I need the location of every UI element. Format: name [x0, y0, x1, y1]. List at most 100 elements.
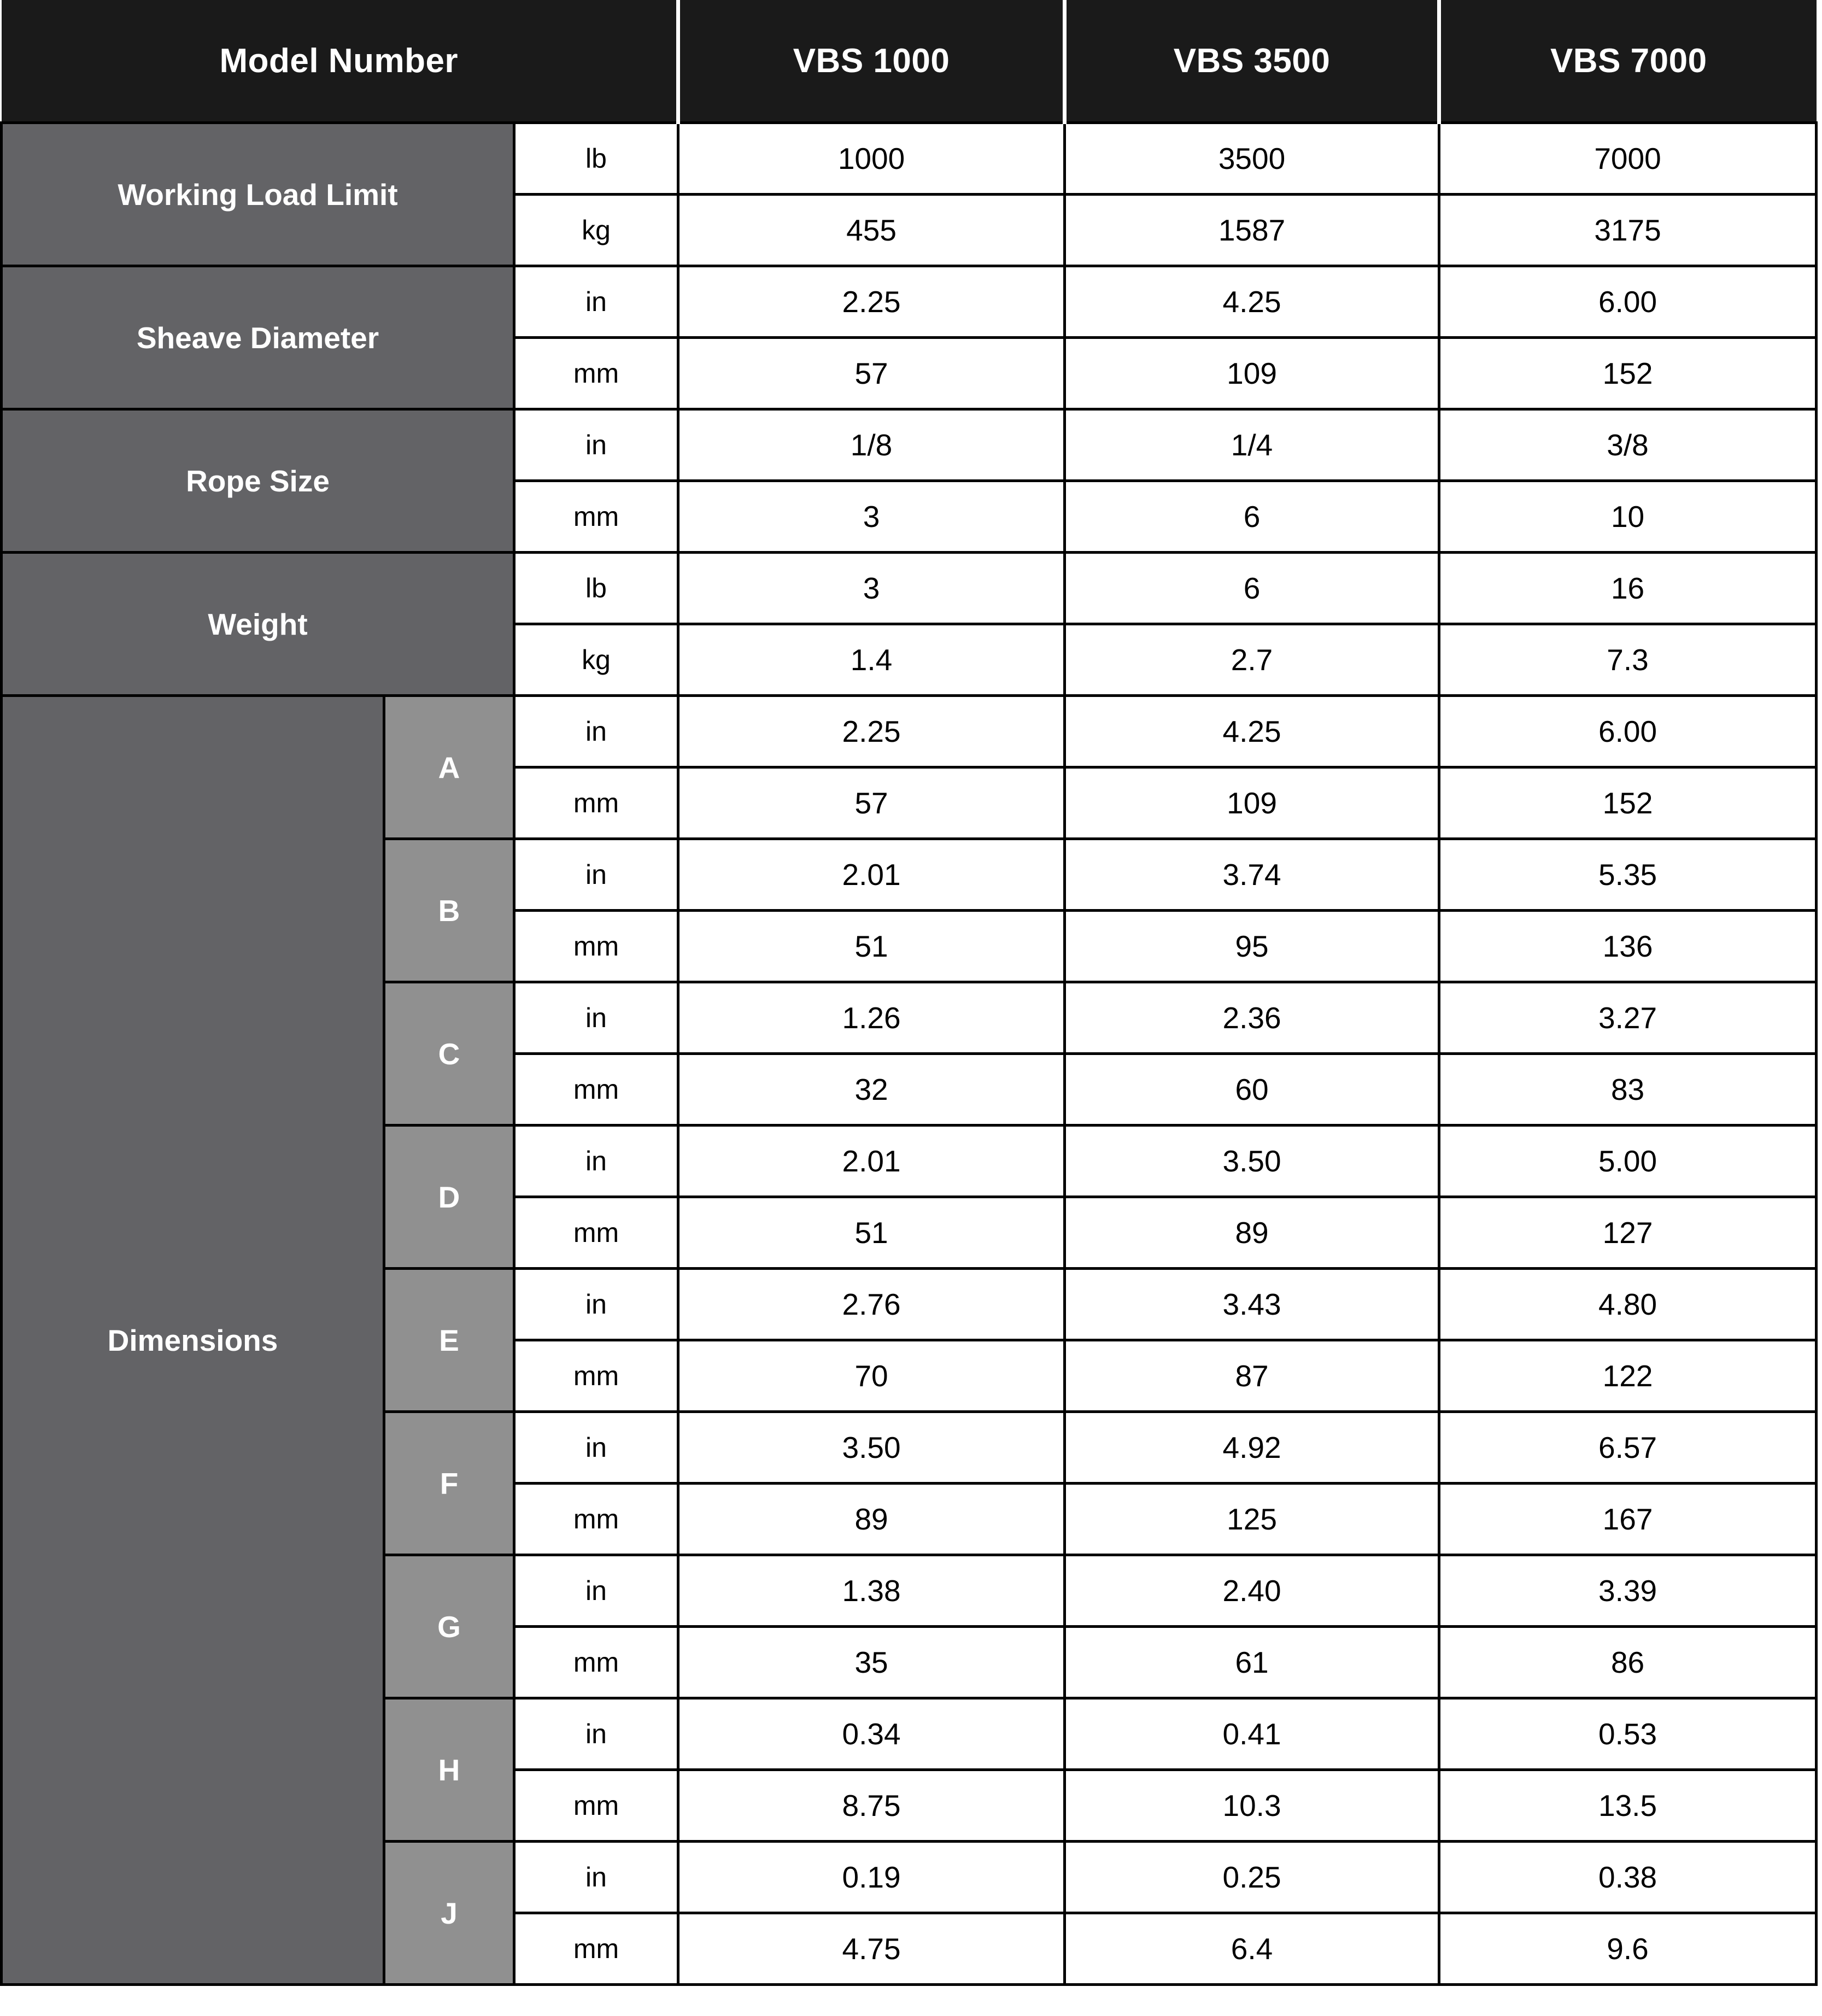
value-cell: 2.76	[677, 1267, 1067, 1341]
unit-cell: in	[512, 1840, 680, 1914]
value-cell: 6	[1063, 551, 1441, 625]
value-cell: 89	[677, 1482, 1067, 1556]
table-row: Sheave Diameter in 2.25 4.25 6.00	[0, 265, 1818, 411]
value-cell: 4.75	[677, 1912, 1067, 1986]
value-cell: 60	[1063, 1052, 1441, 1127]
value-cell: 87	[1063, 1339, 1441, 1413]
value-cell: 95	[1063, 909, 1441, 983]
dimension-letter-e: E	[383, 1267, 515, 1413]
table-body: Working Load Limit lb 1000 3500 7000 kg …	[0, 121, 1818, 1986]
value-cell: 4.92	[1063, 1410, 1441, 1485]
unit-cell: mm	[512, 1195, 680, 1270]
unit-cell: in	[512, 694, 680, 769]
value-cell: 122	[1438, 1339, 1818, 1413]
specification-table: Model Number VBS 1000 VBS 3500 VBS 7000 …	[0, 0, 1818, 1986]
unit-cell: mm	[512, 766, 680, 840]
dimension-letter-a: A	[383, 694, 515, 840]
unit-cell: in	[512, 981, 680, 1055]
value-cell: 136	[1438, 909, 1818, 983]
header-model-vbs-1000: VBS 1000	[676, 0, 1065, 123]
dimension-letter-f: F	[383, 1410, 515, 1556]
value-cell: 3500	[1063, 121, 1441, 196]
dimension-letter-j: J	[383, 1840, 515, 1986]
value-cell: 2.25	[677, 694, 1067, 769]
value-cell: 3.39	[1438, 1554, 1818, 1628]
section-label-sheave-diameter: Sheave Diameter	[0, 265, 515, 411]
value-cell: 109	[1063, 336, 1441, 411]
unit-cell: mm	[512, 1339, 680, 1413]
unit-cell: mm	[512, 479, 680, 554]
value-cell: 13.5	[1438, 1768, 1818, 1843]
value-cell: 5.35	[1438, 837, 1818, 912]
value-cell: 0.34	[677, 1697, 1067, 1771]
unit-cell: mm	[512, 336, 680, 411]
unit-cell: mm	[512, 1625, 680, 1699]
table-row: Working Load Limit lb 1000 3500 7000	[0, 121, 1818, 267]
unit-cell: in	[512, 837, 680, 912]
unit-cell: mm	[512, 1052, 680, 1127]
value-cell: 4.25	[1063, 265, 1441, 339]
value-cell: 125	[1063, 1482, 1441, 1556]
value-cell: 1/4	[1063, 408, 1441, 482]
dimension-letter-h: H	[383, 1697, 515, 1843]
value-cell: 9.6	[1438, 1912, 1818, 1986]
value-cell: 35	[677, 1625, 1067, 1699]
table-row: Weight lb 3 6 16	[0, 551, 1818, 697]
header-model-number: Model Number	[1, 0, 681, 123]
unit-cell: in	[512, 1410, 680, 1485]
value-cell: 57	[677, 766, 1067, 840]
table-row: Rope Size in 1/8 1/4 3/8	[0, 408, 1818, 554]
value-cell: 6.00	[1438, 265, 1818, 339]
table-row: Dimensions A in 2.25 4.25 6.00	[0, 694, 1818, 1986]
value-cell: 6.4	[1063, 1912, 1441, 1986]
value-cell: 2.01	[677, 1124, 1067, 1198]
unit-cell: lb	[512, 121, 680, 196]
section-label-working-load-limit: Working Load Limit	[0, 121, 515, 267]
value-cell: 3.50	[677, 1410, 1067, 1485]
value-cell: 32	[677, 1052, 1067, 1127]
value-cell: 5.00	[1438, 1124, 1818, 1198]
value-cell: 61	[1063, 1625, 1441, 1699]
dimension-letter-c: C	[383, 981, 515, 1127]
value-cell: 0.19	[677, 1840, 1067, 1914]
value-cell: 1.4	[677, 623, 1067, 697]
unit-cell: mm	[512, 1912, 680, 1986]
value-cell: 86	[1438, 1625, 1818, 1699]
value-cell: 16	[1438, 551, 1818, 625]
section-label-dimensions: Dimensions	[0, 694, 385, 1986]
unit-cell: kg	[512, 623, 680, 697]
value-cell: 4.25	[1063, 694, 1441, 769]
unit-cell: in	[512, 265, 680, 339]
value-cell: 2.36	[1063, 981, 1441, 1055]
dimension-letter-b: B	[383, 837, 515, 983]
value-cell: 0.25	[1063, 1840, 1441, 1914]
unit-cell: in	[512, 408, 680, 482]
value-cell: 3.43	[1063, 1267, 1441, 1341]
value-cell: 10.3	[1063, 1768, 1441, 1843]
unit-cell: in	[512, 1697, 680, 1771]
value-cell: 3	[677, 551, 1067, 625]
value-cell: 0.38	[1438, 1840, 1818, 1914]
value-cell: 89	[1063, 1195, 1441, 1270]
value-cell: 2.25	[677, 265, 1067, 339]
value-cell: 3.27	[1438, 981, 1818, 1055]
value-cell: 152	[1438, 336, 1818, 411]
value-cell: 1587	[1063, 193, 1441, 267]
value-cell: 3175	[1438, 193, 1818, 267]
unit-cell: lb	[512, 551, 680, 625]
value-cell: 3.74	[1063, 837, 1441, 912]
value-cell: 7.3	[1438, 623, 1818, 697]
value-cell: 10	[1438, 479, 1818, 554]
value-cell: 3.50	[1063, 1124, 1441, 1198]
value-cell: 109	[1063, 766, 1441, 840]
value-cell: 3/8	[1438, 408, 1818, 482]
value-cell: 83	[1438, 1052, 1818, 1127]
value-cell: 6	[1063, 479, 1441, 554]
value-cell: 51	[677, 1195, 1067, 1270]
value-cell: 7000	[1438, 121, 1818, 196]
value-cell: 51	[677, 909, 1067, 983]
section-label-rope-size: Rope Size	[0, 408, 515, 554]
value-cell: 8.75	[677, 1768, 1067, 1843]
header-model-vbs-3500: VBS 3500	[1063, 0, 1439, 123]
value-cell: 1.26	[677, 981, 1067, 1055]
